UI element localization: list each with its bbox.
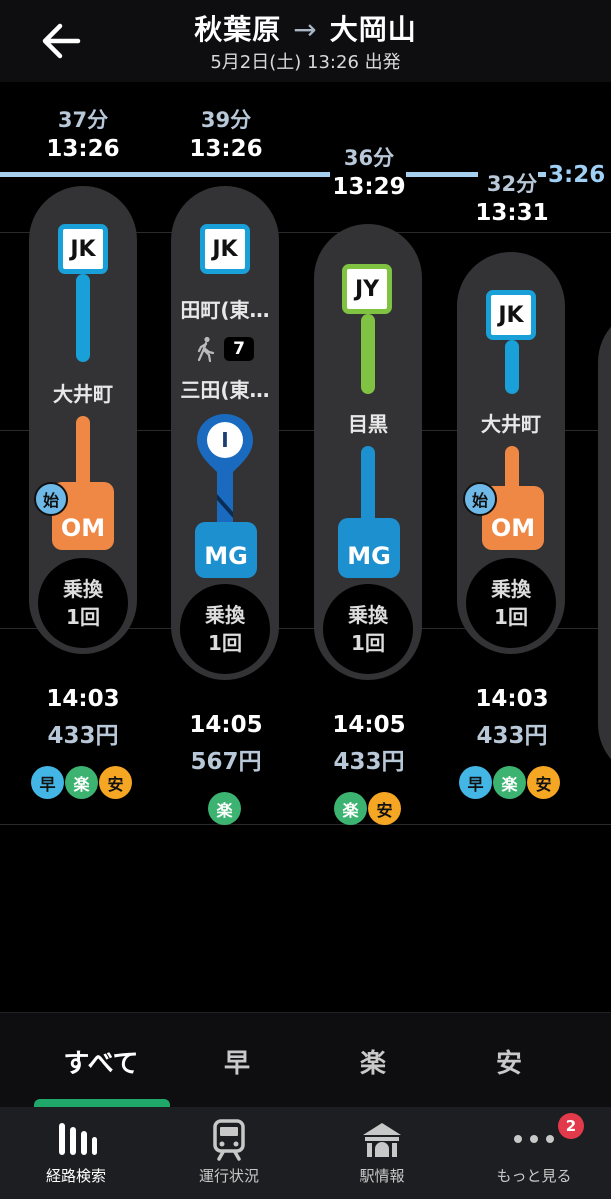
- route-4-arrival: 14:03 433円: [457, 686, 567, 750]
- start-badge: 始: [34, 482, 68, 516]
- transfer-count: 乗換 1回: [180, 584, 270, 674]
- line-mid-label: I: [221, 428, 228, 452]
- transfer-count: 乗換 1回: [38, 558, 128, 648]
- transfer-label: 乗換: [348, 603, 388, 627]
- nav-label: もっと見る: [496, 1167, 572, 1185]
- bottom-nav: 経路検索 運行状況 駅情報 2 もっと見る: [0, 1107, 611, 1199]
- line-badge: JY: [342, 264, 392, 314]
- from-station: 秋葉原: [194, 13, 282, 46]
- tag-cheap: 安: [368, 792, 401, 825]
- transfer-label: 乗換: [205, 603, 245, 627]
- tab-fast[interactable]: 早: [162, 1043, 312, 1080]
- transfer-station: 目黒: [348, 412, 388, 436]
- to-station: 大岡山: [329, 13, 417, 46]
- fare: 567円: [190, 749, 262, 775]
- tag-cheap: 安: [527, 766, 560, 799]
- route-results[interactable]: 3:26 37分 13:26 JK 大井町 OM 始 乗換 1回 14:03 4…: [0, 82, 611, 1012]
- arrival-time: 14:05: [189, 712, 263, 738]
- notification-badge: 2: [558, 1113, 584, 1139]
- tag-easy: 楽: [208, 792, 241, 825]
- nav-service-status[interactable]: 運行状況: [153, 1107, 305, 1199]
- route-1-head: 37分 13:26: [28, 104, 138, 162]
- route-tags: 楽 安: [334, 792, 401, 826]
- line-segment: [505, 340, 519, 394]
- route-2-head: 39分 13:26: [171, 104, 281, 162]
- line-badge: JK: [58, 224, 108, 274]
- line-segment: [361, 446, 375, 528]
- route-arrow: →: [293, 13, 318, 46]
- route-duration: 32分: [486, 172, 538, 196]
- mita-line-marker: I: [197, 414, 253, 524]
- tab-all[interactable]: すべて: [26, 1043, 176, 1080]
- transfer-label: 乗換: [63, 577, 103, 601]
- transfer-station: 三田(東…: [180, 378, 270, 402]
- tag-fast: 早: [459, 766, 492, 799]
- route-departure: 13:26: [189, 136, 263, 162]
- route-departure: 13:29: [332, 174, 406, 200]
- line-segment: [76, 274, 90, 362]
- route-2-arrival: 14:05 567円: [171, 712, 281, 776]
- nav-label: 運行状況: [198, 1167, 259, 1185]
- tag-easy: 楽: [334, 792, 367, 825]
- walk-info: 7: [196, 336, 254, 362]
- fare: 433円: [476, 723, 548, 749]
- transfer-station: 大井町: [481, 412, 541, 436]
- fare: 433円: [47, 723, 119, 749]
- transfer-label: 乗換: [491, 577, 531, 601]
- transfer-station: 大井町: [53, 382, 113, 406]
- transfer-number: 1回: [494, 605, 528, 629]
- fare: 433円: [333, 749, 405, 775]
- tag-cheap: 安: [99, 766, 132, 799]
- walk-minutes: 7: [224, 337, 254, 361]
- route-departure: 13:26: [46, 136, 120, 162]
- arrival-time: 14:05: [332, 712, 406, 738]
- transfer-number: 1回: [66, 605, 100, 629]
- route-duration: 37分: [57, 108, 109, 132]
- route-duration: 39分: [200, 108, 252, 132]
- route-search-icon: [59, 1123, 97, 1155]
- tag-fast: 早: [31, 766, 64, 799]
- start-badge: 始: [463, 482, 497, 516]
- line-segment: [361, 314, 375, 394]
- nav-station-info[interactable]: 駅情報: [306, 1107, 458, 1199]
- route-3-head: 36分 13:29: [314, 142, 424, 200]
- destination-line-badge: MG: [338, 518, 400, 578]
- route-card-5-partial[interactable]: [598, 308, 611, 778]
- transfer-station: 田町(東…: [180, 298, 270, 322]
- route-4-head: 32分 13:31: [457, 168, 567, 226]
- departure-datetime: 5月2日(土) 13:26 出発: [210, 52, 401, 73]
- route-duration: 36分: [343, 146, 395, 170]
- destination-line-badge: MG: [195, 522, 257, 578]
- station-icon: [363, 1123, 401, 1157]
- more-icon: [514, 1135, 554, 1143]
- header: 秋葉原 → 大岡山 5月2日(土) 13:26 出発: [0, 0, 611, 82]
- nav-more[interactable]: 2 もっと見る: [458, 1107, 610, 1199]
- transfer-count: 乗換 1回: [466, 558, 556, 648]
- route-tags: 楽: [208, 792, 241, 826]
- tab-cheap[interactable]: 安: [434, 1043, 584, 1080]
- nav-label: 経路検索: [45, 1167, 106, 1185]
- route-title: 秋葉原 → 大岡山: [0, 8, 611, 48]
- route-tags: 早 楽 安: [459, 766, 560, 800]
- transfer-count: 乗換 1回: [323, 584, 413, 674]
- walk-icon: [197, 336, 215, 362]
- nav-label: 駅情報: [359, 1167, 405, 1185]
- train-icon: [213, 1119, 245, 1161]
- route-tags: 早 楽 安: [31, 766, 132, 800]
- line-badge: JK: [486, 290, 536, 340]
- tag-easy: 楽: [493, 766, 526, 799]
- line-badge: JK: [200, 224, 250, 274]
- route-departure: 13:31: [475, 200, 549, 226]
- tab-easy[interactable]: 楽: [298, 1043, 448, 1080]
- tag-easy: 楽: [65, 766, 98, 799]
- transfer-number: 1回: [351, 631, 385, 655]
- route-1-arrival: 14:03 433円: [28, 686, 138, 750]
- nav-route-search[interactable]: 経路検索: [0, 1107, 152, 1199]
- filter-tab-bar: すべて 早 楽 安: [0, 1012, 611, 1108]
- arrival-time: 14:03: [475, 686, 549, 712]
- arrival-time: 14:03: [46, 686, 120, 712]
- route-3-arrival: 14:05 433円: [314, 712, 424, 776]
- transfer-number: 1回: [208, 631, 242, 655]
